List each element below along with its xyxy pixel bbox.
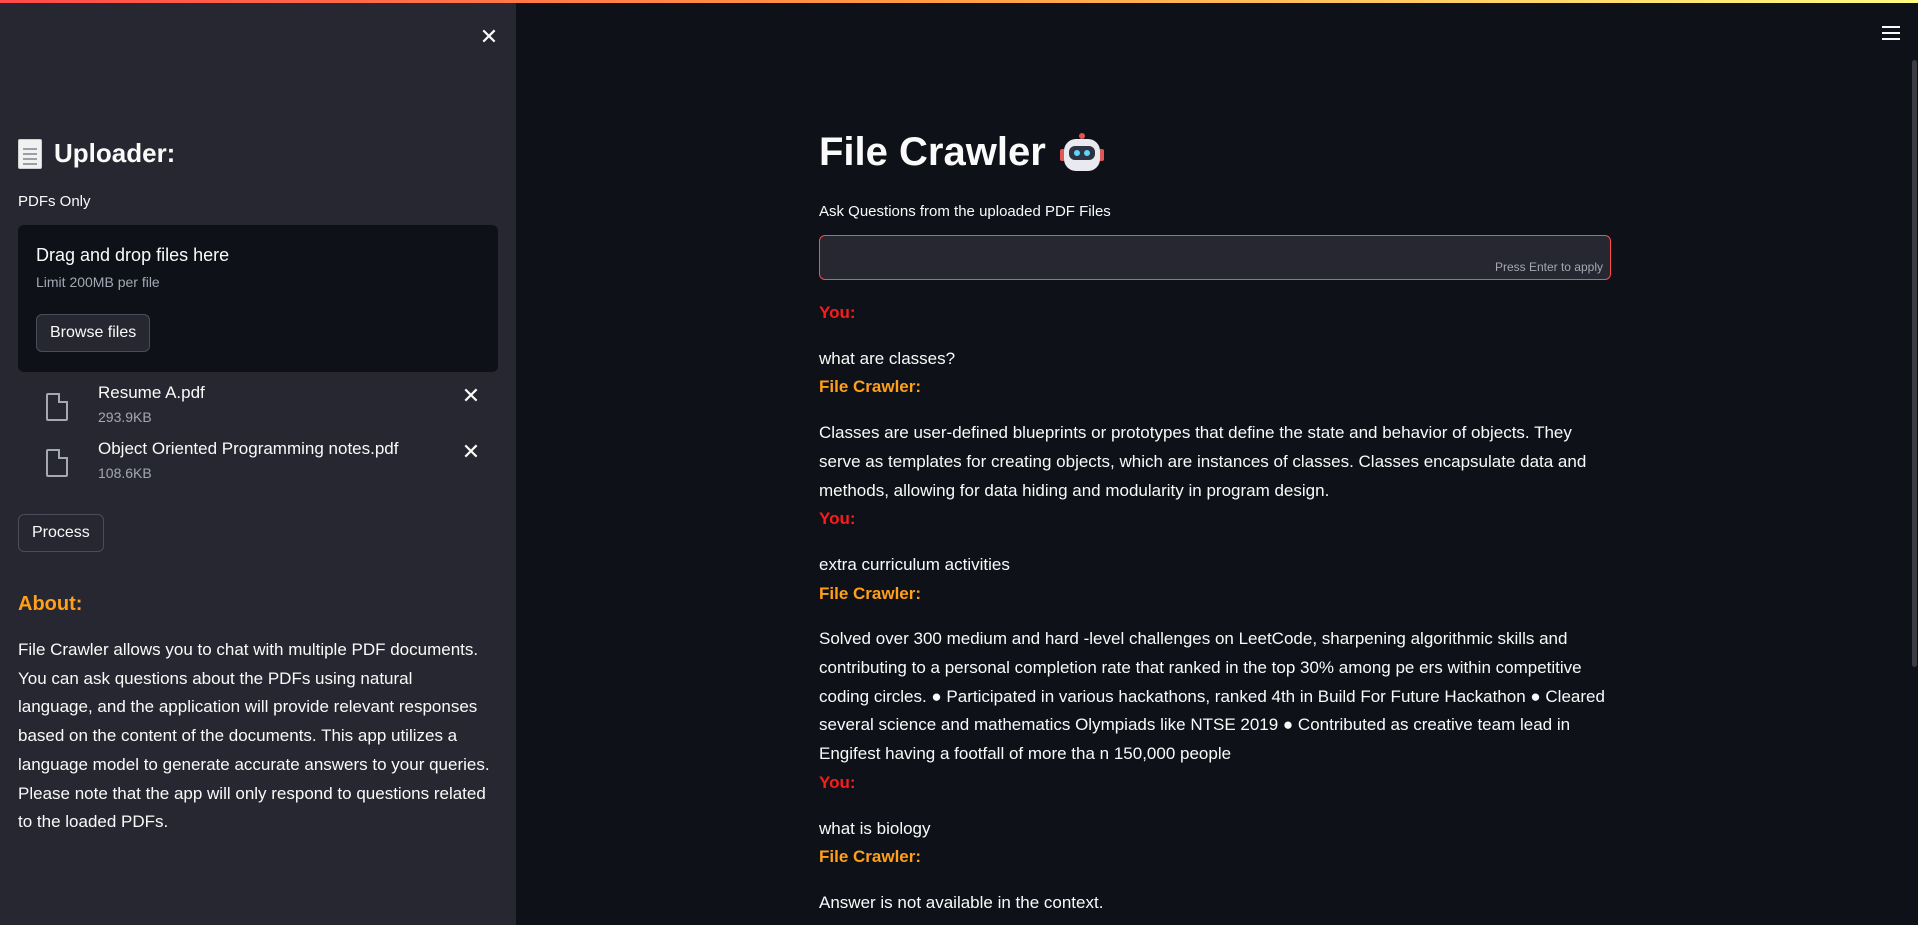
close-sidebar-icon[interactable]: ✕	[474, 22, 504, 52]
bot-message: Answer is not available in the context.	[819, 892, 1104, 912]
file-icon	[46, 449, 68, 477]
bot-message: Solved over 300 medium and hard -level c…	[819, 629, 1605, 764]
bot-label: File Crawler:	[819, 377, 922, 397]
file-dropzone[interactable]: Drag and drop files here Limit 200MB per…	[18, 225, 498, 372]
main-content: File Crawler Ask Questions from the uplo…	[819, 0, 1611, 925]
you-label: You:	[819, 509, 856, 529]
input-hint: Press Enter to apply	[1494, 260, 1603, 274]
uploaded-file-row: Object Oriented Programming notes.pdf 10…	[36, 439, 486, 487]
process-button[interactable]: Process	[18, 514, 104, 552]
file-name: Resume A.pdf	[98, 383, 205, 402]
hamburger-menu-icon[interactable]	[1880, 24, 1902, 42]
about-text: File Crawler allows you to chat with mul…	[18, 640, 490, 832]
about-heading: About:	[18, 593, 83, 615]
page-title: File Crawler	[819, 130, 1104, 175]
user-message: what are classes?	[819, 348, 956, 368]
you-label: You:	[819, 772, 856, 792]
uploaded-file-row: Resume A.pdf 293.9KB ✕	[36, 383, 486, 431]
remove-file-icon[interactable]: ✕	[456, 439, 486, 465]
scrollbar[interactable]	[1912, 60, 1917, 667]
file-size: 293.9KB	[98, 409, 152, 425]
dropzone-limit: Limit 200MB per file	[36, 274, 160, 290]
question-input[interactable]	[819, 235, 1611, 280]
file-size: 108.6KB	[98, 465, 152, 481]
sidebar-title-text: Uploader:	[54, 138, 176, 168]
you-label: You:	[819, 303, 856, 322]
document-icon	[18, 138, 42, 169]
file-name: Object Oriented Programming notes.pdf	[98, 439, 399, 458]
bot-label: File Crawler:	[819, 847, 922, 867]
top-decoration-bar	[0, 0, 1918, 3]
remove-file-icon[interactable]: ✕	[456, 383, 486, 409]
pdf-only-label: PDFs Only	[18, 193, 91, 210]
file-icon	[46, 393, 68, 421]
user-message: what is biology	[819, 818, 931, 838]
bot-label: File Crawler:	[819, 583, 922, 603]
page-title-text: File Crawler	[819, 130, 1046, 174]
bot-message: Classes are user-defined blueprints or p…	[819, 423, 1587, 500]
dropzone-title: Drag and drop files here	[36, 245, 230, 265]
sidebar: ✕ Uploader: PDFs Only Drag and drop file…	[0, 0, 516, 925]
user-message: extra curriculum activities	[819, 554, 1010, 574]
chat-history: You: what are classes? File Crawler: Cla…	[819, 299, 1611, 918]
browse-files-button[interactable]: Browse files	[36, 314, 151, 352]
sidebar-title: Uploader:	[18, 138, 175, 169]
robot-icon	[1059, 132, 1104, 173]
question-input-label: Ask Questions from the uploaded PDF File…	[819, 203, 1111, 220]
